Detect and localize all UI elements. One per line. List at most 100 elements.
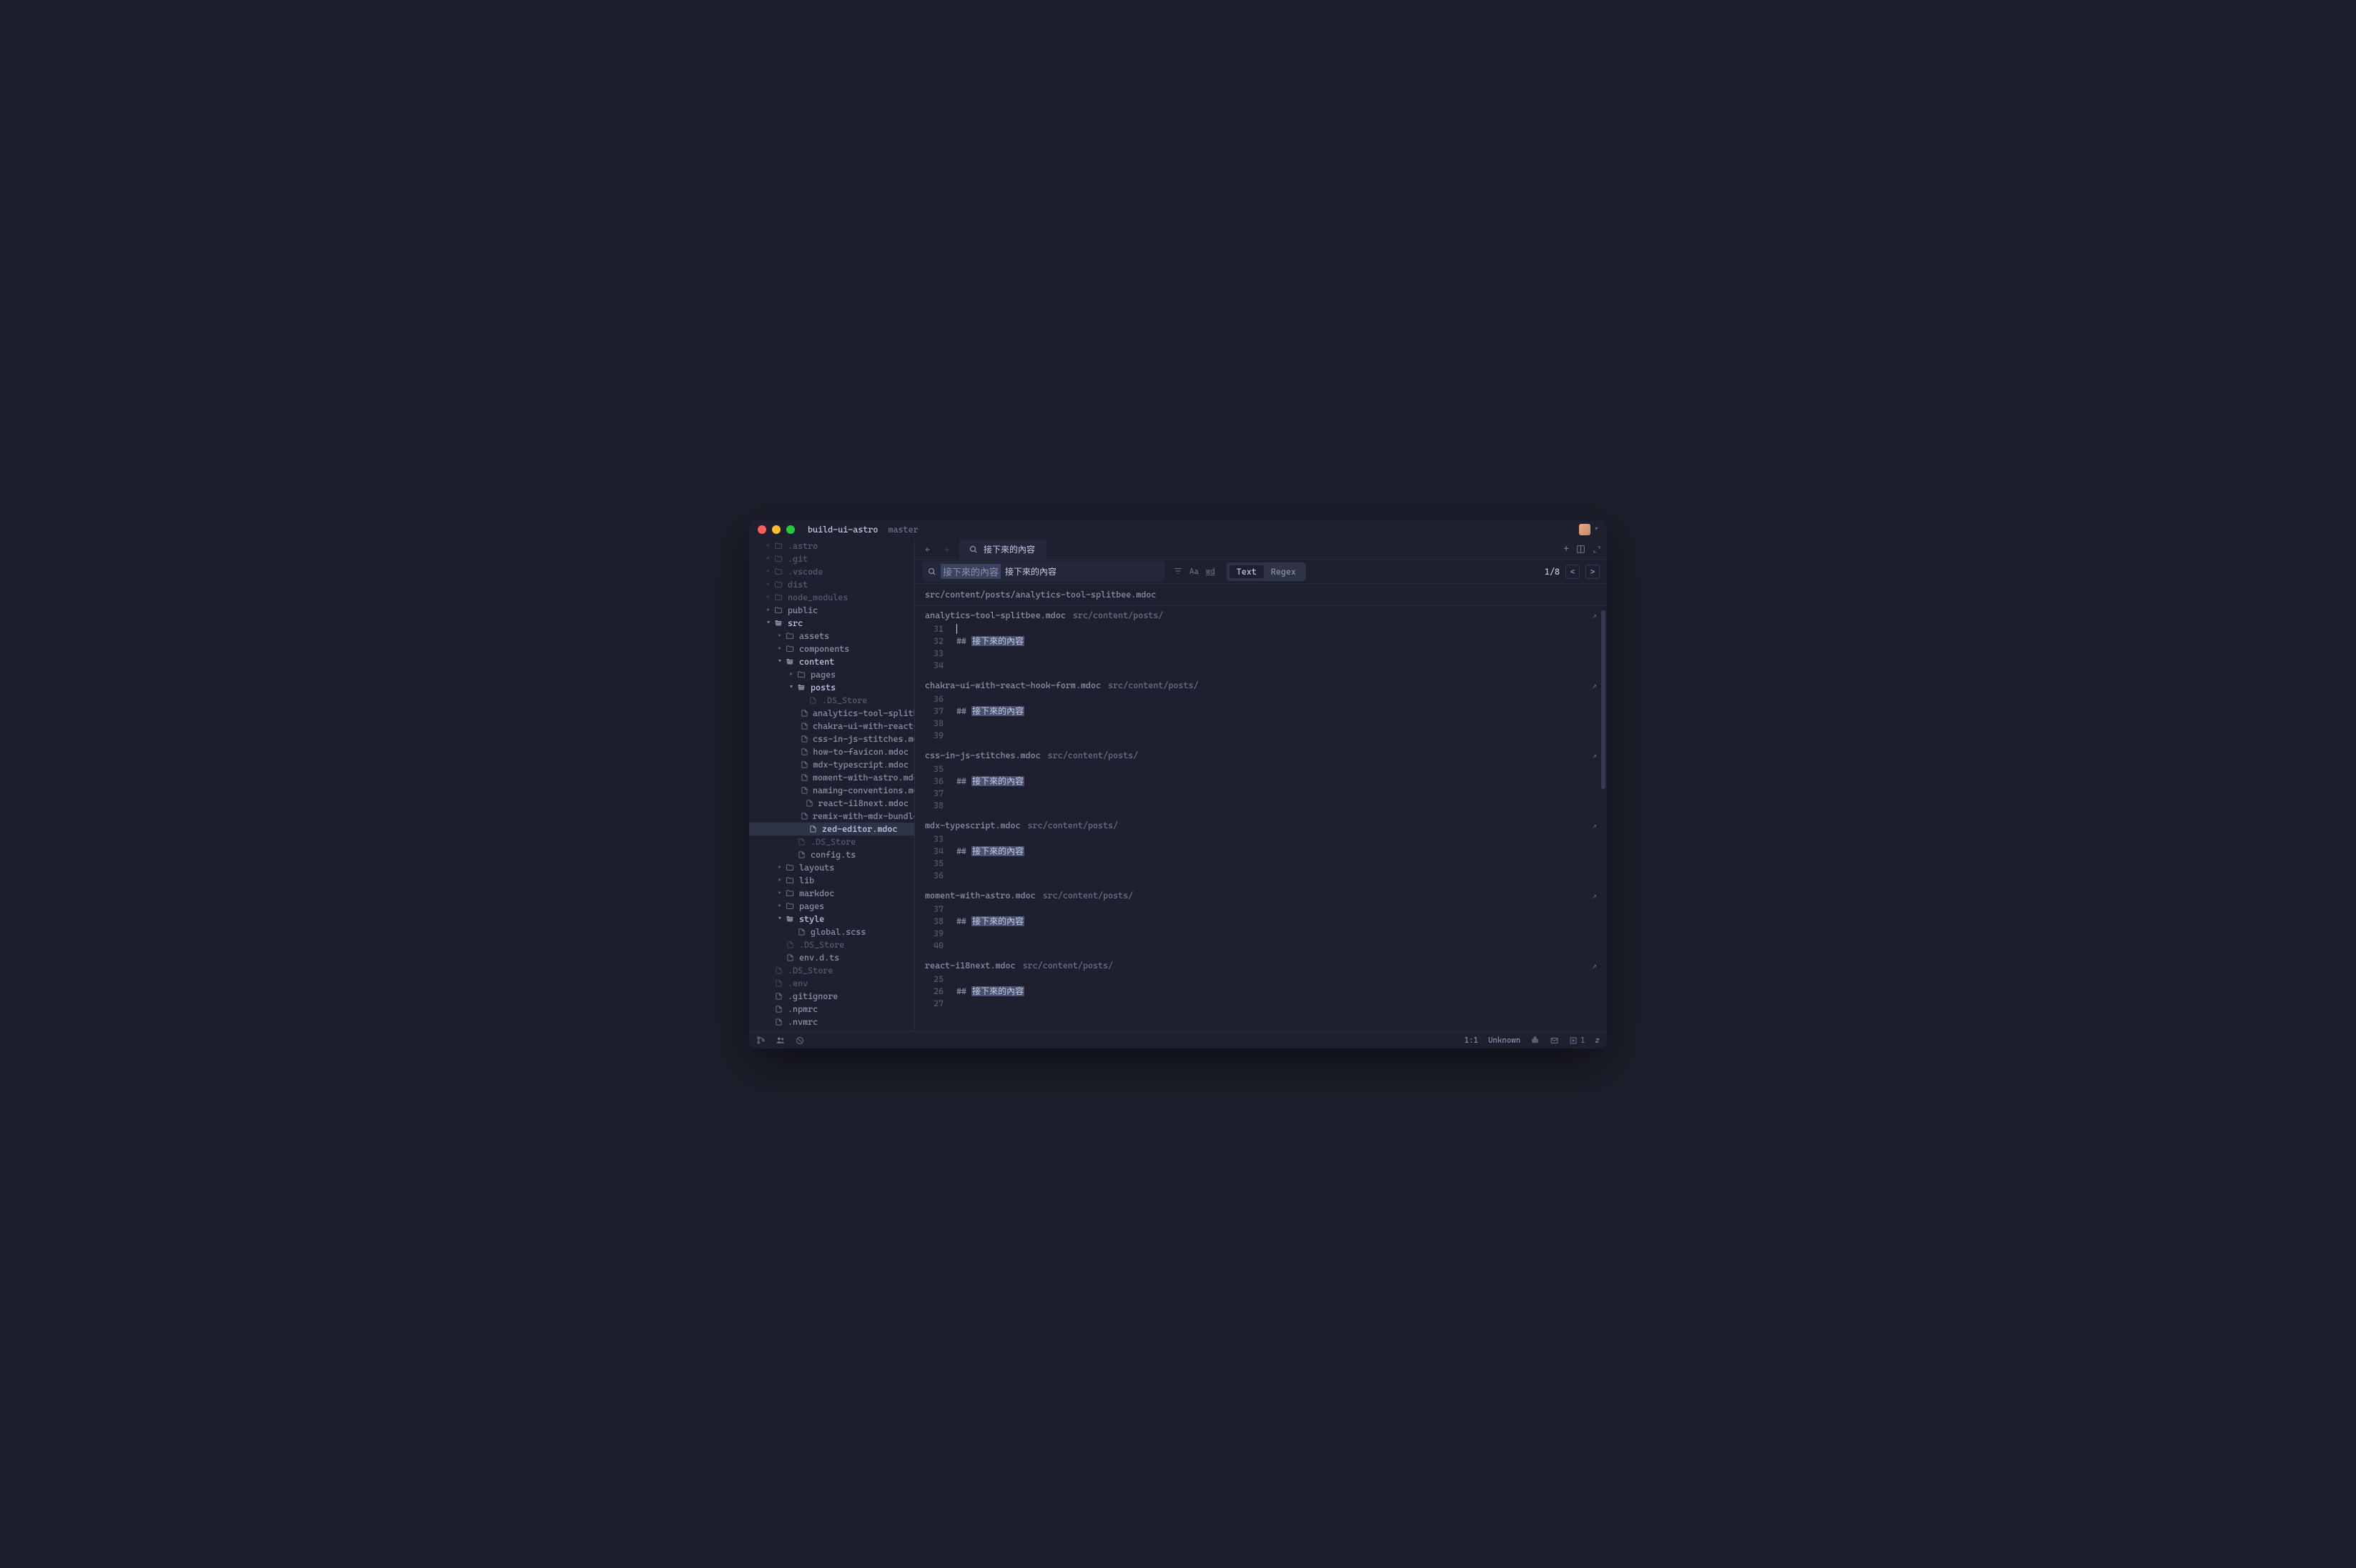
code-line[interactable]: 35 [915, 763, 1607, 775]
code-line[interactable]: 36## 接下來的內容 [915, 775, 1607, 788]
file-how-to-favicon.mdoc[interactable]: how-to-favicon.mdoc [749, 745, 914, 758]
code-line[interactable]: 39 [915, 730, 1607, 742]
file-chakra-ui-with-react-ho[interactable]: chakra-ui-with-react-ho [749, 720, 914, 733]
folder-public[interactable]: ▸public [749, 604, 914, 617]
folder-dist[interactable]: ▸dist [749, 578, 914, 591]
file-naming-conventions.mdoc[interactable]: naming-conventions.mdoc [749, 784, 914, 797]
split-pane-button[interactable] [1576, 545, 1585, 554]
folder-.vscode[interactable]: ▸.vscode [749, 565, 914, 578]
new-tab-button[interactable]: + [1563, 544, 1569, 555]
code-line[interactable]: 36 [915, 693, 1607, 705]
code-line[interactable]: 31 [915, 623, 1607, 635]
code-line[interactable]: 27 [915, 998, 1607, 1010]
code-line[interactable]: 36 [915, 870, 1607, 882]
folder-.git[interactable]: ▸.git [749, 552, 914, 565]
code-line[interactable]: 32## 接下來的內容 [915, 635, 1607, 647]
close-window-button[interactable] [758, 525, 766, 534]
copilot-icon[interactable] [1530, 1036, 1540, 1045]
file-moment-with-astro.mdoc[interactable]: moment-with-astro.mdoc [749, 771, 914, 784]
nav-back-button[interactable]: ← [921, 542, 935, 557]
folder-style[interactable]: ▾style [749, 913, 914, 926]
code-line[interactable]: 35 [915, 858, 1607, 870]
whole-word-toggle[interactable]: wd [1206, 567, 1215, 576]
file-env.d.ts[interactable]: env.d.ts [749, 951, 914, 964]
folder-src[interactable]: ▾src [749, 617, 914, 630]
folder-.astro[interactable]: ▸.astro [749, 540, 914, 552]
result-header[interactable]: mdx-typescript.mdocsrc/content/posts/↗ [915, 816, 1607, 833]
expand-icon[interactable]: ↗ [1592, 611, 1597, 620]
mode-regex[interactable]: Regex [1264, 565, 1303, 578]
zed-icon[interactable]: z [1595, 1036, 1600, 1045]
collab-icon[interactable] [776, 1036, 786, 1045]
diagnostics-icon[interactable] [796, 1036, 804, 1045]
code-line[interactable]: 38 [915, 800, 1607, 812]
folder-markdoc[interactable]: ▸markdoc [749, 887, 914, 900]
code-line[interactable]: 34## 接下來的內容 [915, 845, 1607, 858]
expand-icon[interactable]: ↗ [1592, 821, 1597, 830]
folder-pages[interactable]: ▸pages [749, 668, 914, 681]
code-line[interactable]: 39 [915, 928, 1607, 940]
language-mode[interactable]: Unknown [1488, 1036, 1520, 1045]
cursor-position[interactable]: 1:1 [1465, 1036, 1478, 1045]
folder-pages[interactable]: ▸pages [749, 900, 914, 913]
code-line[interactable]: 37## 接下來的內容 [915, 705, 1607, 718]
file-config.ts[interactable]: config.ts [749, 848, 914, 861]
code-line[interactable]: 26## 接下來的內容 [915, 986, 1607, 998]
case-sensitive-toggle[interactable]: Aa [1189, 567, 1199, 576]
file-zed-editor.mdoc[interactable]: zed-editor.mdoc [749, 823, 914, 835]
folder-components[interactable]: ▸components [749, 642, 914, 655]
expand-icon[interactable]: ↗ [1592, 961, 1597, 971]
file-.DS_Store[interactable]: .DS_Store [749, 694, 914, 707]
minimize-window-button[interactable] [772, 525, 781, 534]
search-results[interactable]: analytics-tool-splitbee.mdocsrc/content/… [915, 606, 1607, 1031]
expand-icon[interactable]: ↗ [1592, 751, 1597, 760]
zoom-window-button[interactable] [786, 525, 795, 534]
result-header[interactable]: css-in-js-stitches.mdocsrc/content/posts… [915, 746, 1607, 763]
file-react-i18next.mdoc[interactable]: react-i18next.mdoc [749, 797, 914, 810]
code-line[interactable]: 34 [915, 660, 1607, 672]
file-.gitignore[interactable]: .gitignore [749, 990, 914, 1003]
file-css-in-js-stitches.mdoc[interactable]: css-in-js-stitches.mdoc [749, 733, 914, 745]
nav-forward-button[interactable]: → [939, 542, 954, 557]
file-tree[interactable]: ▸.astro▸.git▸.vscode▸dist▸node_modules▸p… [749, 540, 915, 1031]
file-.DS_Store[interactable]: .DS_Store [749, 835, 914, 848]
expand-icon[interactable]: ↗ [1592, 891, 1597, 900]
file-mdx-typescript.mdoc[interactable]: mdx-typescript.mdoc [749, 758, 914, 771]
search-input-wrap[interactable]: 接下來的內容 [922, 561, 1165, 582]
next-match-button[interactable]: > [1585, 565, 1600, 579]
folder-lib[interactable]: ▸lib [749, 874, 914, 887]
result-header[interactable]: react-i18next.mdocsrc/content/posts/↗ [915, 956, 1607, 973]
mode-text[interactable]: Text [1229, 565, 1264, 578]
feedback-icon[interactable] [1550, 1036, 1559, 1045]
user-avatar[interactable] [1579, 524, 1590, 535]
search-input[interactable] [1005, 567, 1159, 577]
result-header[interactable]: moment-with-astro.mdocsrc/content/posts/… [915, 886, 1607, 903]
git-branch[interactable]: master [888, 525, 918, 535]
file-remix-with-mdx-bundler[interactable]: remix-with-mdx-bundler [749, 810, 914, 823]
chevron-down-icon[interactable]: ▾ [1595, 526, 1598, 533]
code-line[interactable]: 37 [915, 903, 1607, 916]
folder-assets[interactable]: ▸assets [749, 630, 914, 642]
code-line[interactable]: 25 [915, 973, 1607, 986]
source-control-icon[interactable] [756, 1036, 766, 1045]
file-analytics-tool-splitbee[interactable]: analytics-tool-splitbee [749, 707, 914, 720]
file-.DS_Store[interactable]: .DS_Store [749, 964, 914, 977]
folder-node_modules[interactable]: ▸node_modules [749, 591, 914, 604]
filter-icon[interactable] [1174, 567, 1182, 576]
file-.nvmrc[interactable]: .nvmrc [749, 1016, 914, 1028]
code-line[interactable]: 38## 接下來的內容 [915, 916, 1607, 928]
prev-match-button[interactable]: < [1565, 565, 1580, 579]
code-line[interactable]: 38 [915, 718, 1607, 730]
tab-search-results[interactable]: 接下來的內容 [959, 540, 1046, 559]
file-global.scss[interactable]: global.scss [749, 926, 914, 938]
code-line[interactable]: 33 [915, 647, 1607, 660]
code-line[interactable]: 40 [915, 940, 1607, 952]
file-.npmrc[interactable]: .npmrc [749, 1003, 914, 1016]
result-header[interactable]: analytics-tool-splitbee.mdocsrc/content/… [915, 606, 1607, 623]
folder-content[interactable]: ▾content [749, 655, 914, 668]
folder-layouts[interactable]: ▸layouts [749, 861, 914, 874]
expand-icon[interactable]: ↗ [1592, 681, 1597, 690]
error-count[interactable]: 1 [1569, 1036, 1585, 1045]
maximize-pane-button[interactable] [1593, 545, 1601, 554]
folder-posts[interactable]: ▾posts [749, 681, 914, 694]
